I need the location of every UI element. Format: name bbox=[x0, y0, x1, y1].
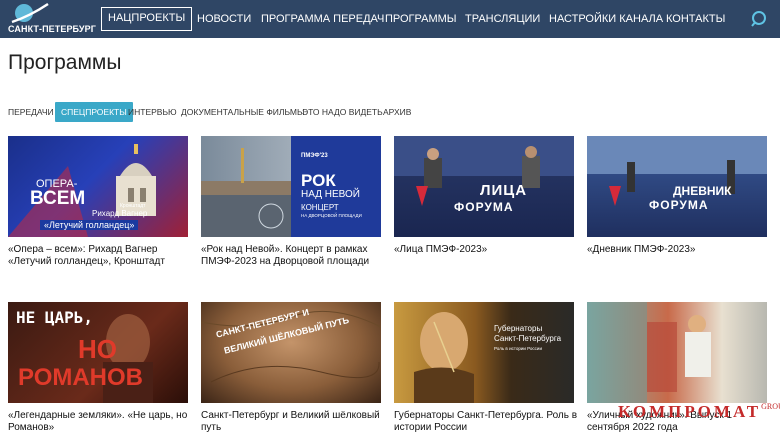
thumb-title-line1: ЛИЦА bbox=[480, 182, 528, 199]
watermark: КОМПРОМАТGROUP bbox=[618, 402, 780, 422]
program-thumbnail[interactable]: САНКТ-ПЕТЕРБУРГ И ВЕЛИКИЙ ШЁЛКОВЫЙ ПУТЬ bbox=[201, 302, 381, 403]
thumb-title-line1: Губернаторы bbox=[494, 324, 543, 333]
thumb-title-line2: НО bbox=[78, 334, 117, 364]
tab-spetsproekty[interactable]: СПЕЦПРОЕКТЫ bbox=[55, 102, 133, 122]
program-thumbnail[interactable]: Губернаторы Санкт-Петербурга Роль в исто… bbox=[394, 302, 574, 403]
watermark-suffix: GROUP bbox=[761, 402, 780, 411]
program-title[interactable]: Губернаторы Санкт-Петербурга. Роль в ист… bbox=[394, 410, 580, 434]
program-title[interactable]: «Лица ПМЭФ-2023» bbox=[394, 244, 580, 256]
thumb-subtitle-2: НА ДВОРЦОВОЙ ПЛОЩАДИ bbox=[301, 213, 362, 218]
channel-logo[interactable]: САНКТ-ПЕТЕРБУРГ bbox=[6, 2, 96, 36]
nav-item-translyatsii[interactable]: ТРАНСЛЯЦИИ bbox=[465, 7, 540, 31]
tab-peredachi[interactable]: ПЕРЕДАЧИ bbox=[8, 102, 54, 122]
tab-dokumentalnye-filmy[interactable]: ДОКУМЕНТАЛЬНЫЕ ФИЛЬМЫ bbox=[181, 102, 304, 122]
thumb-title-line2: НАД НЕВОЙ bbox=[301, 189, 360, 200]
thumb-subtitle-1: Рихард Вагнер bbox=[92, 209, 148, 218]
program-title[interactable]: «Легендарные земляки». «Не царь, но Рома… bbox=[8, 410, 194, 434]
governor-portrait-image bbox=[414, 312, 474, 403]
thumb-title-line3: РОМАНОВ bbox=[18, 364, 144, 391]
thumb-subtitle-1: КОНЦЕРТ bbox=[301, 203, 339, 212]
nav-item-nastroyki-kanala[interactable]: НАСТРОЙКИ КАНАЛА bbox=[549, 7, 663, 31]
thumb-title-line2: ФОРУМА bbox=[454, 200, 514, 214]
city-panorama-image bbox=[201, 148, 291, 237]
thumb-title-line1: ДНЕВНИК bbox=[673, 184, 732, 198]
tab-eto-nado-videt[interactable]: ЭТО НАДО ВИДЕТЬ bbox=[302, 102, 383, 122]
logo-emblem-icon bbox=[11, 2, 49, 24]
nav-item-kontakty[interactable]: КОНТАКТЫ bbox=[666, 7, 725, 31]
thumb-subtitle-2: «Летучий голландец» bbox=[40, 220, 139, 230]
thumb-subtitle-1: Роль в истории России bbox=[494, 346, 542, 351]
program-thumbnail[interactable]: ДНЕВНИК ФОРУМА bbox=[587, 136, 767, 237]
logo-text: САНКТ-ПЕТЕРБУРГ bbox=[8, 24, 96, 34]
program-thumbnail[interactable]: ЛИЦА ФОРУМА bbox=[394, 136, 574, 237]
program-thumbnail[interactable]: НЕ ЦАРЬ, НО РОМАНОВ bbox=[8, 302, 188, 403]
program-title[interactable]: «Дневник ПМЭФ-2023» bbox=[587, 244, 773, 256]
nav-item-programmy[interactable]: ПРОГРАММЫ bbox=[385, 7, 457, 31]
tab-arkhiv[interactable]: АРХИВ bbox=[383, 102, 411, 122]
thumb-title-line2: Санкт-Петербурга bbox=[494, 334, 562, 343]
watermark-text: КОМПРОМАТ bbox=[618, 402, 762, 421]
nav-item-natsproekty[interactable]: НАЦПРОЕКТЫ bbox=[101, 7, 193, 31]
street-artist-image bbox=[587, 302, 711, 403]
thumb-title-line1: РОК bbox=[301, 171, 336, 190]
page-title: Программы bbox=[8, 51, 122, 74]
thumb-title-line1: НЕ ЦАРЬ, bbox=[16, 308, 94, 327]
search-icon[interactable] bbox=[750, 9, 770, 29]
program-thumbnail[interactable]: ОПЕРА- ВСЕМ Кронштадт Рихард Вагнер «Лет… bbox=[8, 136, 188, 237]
thumb-badge: ПМЭФ'23 bbox=[301, 153, 328, 159]
thumb-title-line2: ФОРУМА bbox=[649, 198, 709, 212]
program-thumbnail[interactable]: ПМЭФ'23 РОК НАД НЕВОЙ КОНЦЕРТ НА ДВОРЦОВ… bbox=[201, 136, 381, 237]
thumb-title-line2: ВСЕМ bbox=[30, 188, 86, 209]
tab-intervyu[interactable]: ИНТЕРВЬЮ bbox=[128, 102, 177, 122]
nav-item-programma-peredach[interactable]: ПРОГРАММА ПЕРЕДАЧ bbox=[261, 7, 384, 31]
program-thumbnail[interactable] bbox=[587, 302, 767, 403]
program-title[interactable]: Санкт-Петербург и Великий шёлковый путь bbox=[201, 410, 387, 434]
program-title[interactable]: «Опера – всем»: Рихард Вагнер «Летучий г… bbox=[8, 244, 194, 268]
site-header: САНКТ-ПЕТЕРБУРГ НАЦПРОЕКТЫ НОВОСТИ ПРОГР… bbox=[0, 0, 780, 38]
nav-item-novosti[interactable]: НОВОСТИ bbox=[197, 7, 251, 31]
program-title[interactable]: «Рок над Невой». Концерт в рамках ПМЭФ-2… bbox=[201, 244, 387, 268]
